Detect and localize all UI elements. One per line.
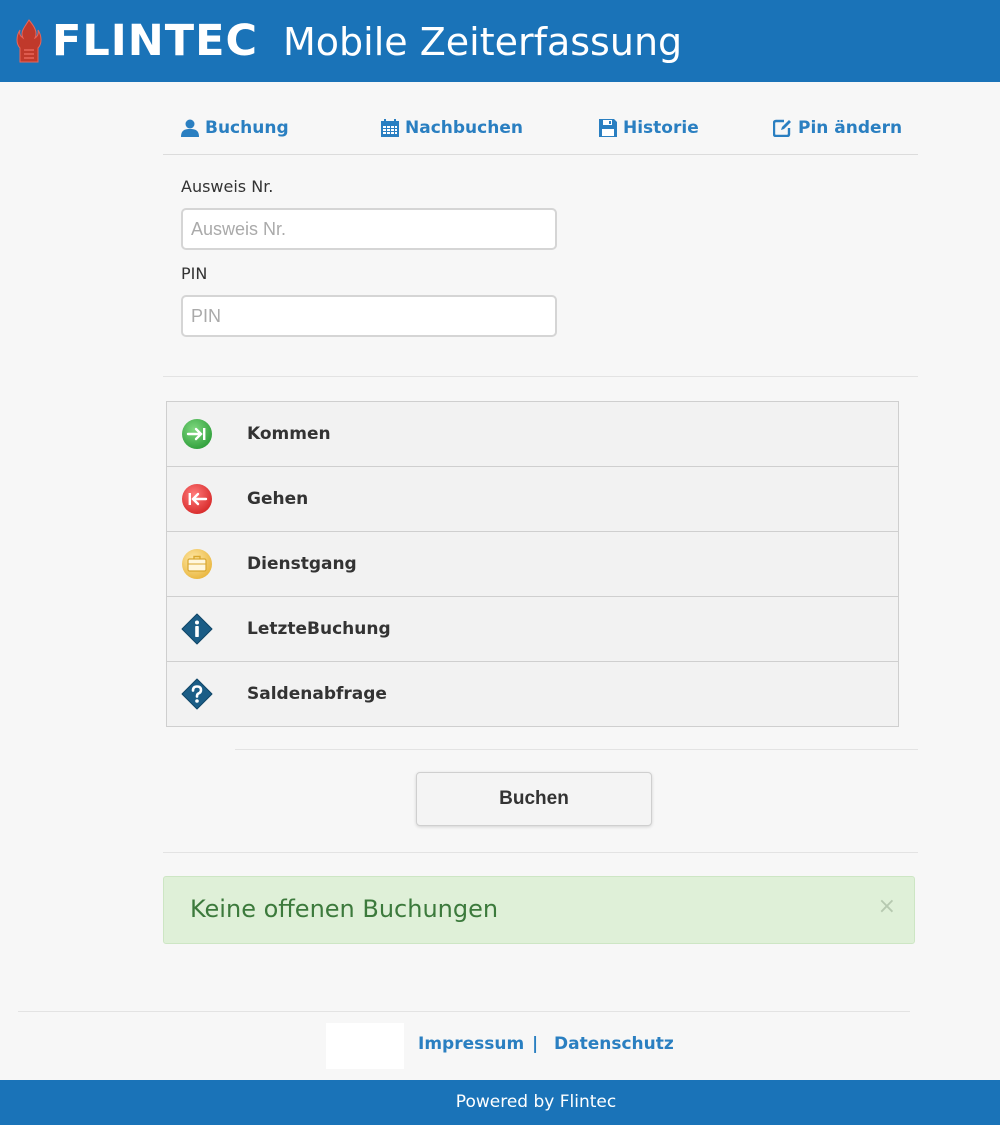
logo-text: FLINTEC [52, 16, 259, 66]
close-icon[interactable]: × [878, 895, 896, 919]
divider [18, 1011, 910, 1012]
arrow-out-icon [182, 484, 212, 514]
option-saldenabfrage[interactable]: Saldenabfrage [167, 661, 898, 726]
footer-links: Impressum | Datenschutz [326, 1023, 682, 1069]
edit-icon [773, 119, 791, 137]
divider [163, 852, 918, 853]
option-label: Dienstgang [247, 554, 357, 574]
datenschutz-link[interactable]: Datenschutz [554, 1034, 674, 1054]
option-label: Saldenabfrage [247, 684, 387, 704]
ausweis-input[interactable] [181, 208, 557, 250]
divider [235, 749, 918, 750]
briefcase-icon [182, 549, 212, 579]
app-title: Mobile Zeiterfassung [283, 20, 683, 64]
calendar-icon [381, 119, 399, 137]
tab-label: Historie [623, 118, 699, 138]
option-label: Gehen [247, 489, 309, 509]
powered-by-text: Powered by Flintec [455, 1092, 617, 1112]
option-kommen[interactable]: Kommen [167, 402, 898, 466]
status-alert: Keine offenen Buchungen × [163, 876, 915, 944]
option-letzte-buchung[interactable]: LetzteBuchung [167, 596, 898, 661]
pin-input[interactable] [181, 295, 557, 337]
question-icon [181, 678, 213, 710]
option-dienstgang[interactable]: Dienstgang [167, 531, 898, 596]
tab-label: Buchung [205, 118, 289, 138]
booking-type-list: Kommen Gehen Dienstgang LetzteBuchung Sa… [166, 401, 899, 727]
buchen-button[interactable]: Buchen [416, 772, 652, 826]
save-icon [599, 119, 617, 137]
nav-tabs: Buchung Nachbuchen Historie Pin ändern [163, 112, 918, 155]
app-header: FLINTEC Mobile Zeiterfassung [0, 0, 1000, 82]
divider [163, 376, 918, 377]
footer-separator: | [532, 1034, 539, 1054]
footer-bar: Powered by Flintec [0, 1080, 1000, 1125]
tab-buchung[interactable]: Buchung [181, 118, 289, 138]
option-label: Kommen [247, 424, 331, 444]
tab-nachbuchen[interactable]: Nachbuchen [381, 118, 523, 138]
impressum-link[interactable]: Impressum [418, 1034, 524, 1054]
alert-message: Keine offenen Buchungen [190, 895, 499, 923]
option-label: LetzteBuchung [247, 619, 391, 639]
flame-logo-icon [16, 19, 42, 63]
tab-label: Pin ändern [798, 118, 903, 138]
footer-blank-area [326, 1023, 404, 1069]
flintec-logo: FLINTEC [14, 16, 258, 66]
arrow-in-icon [182, 419, 212, 449]
user-icon [181, 119, 199, 137]
tab-pin-aendern[interactable]: Pin ändern [773, 118, 902, 138]
option-gehen[interactable]: Gehen [167, 466, 898, 531]
pin-label: PIN [181, 264, 208, 283]
info-icon [181, 613, 213, 645]
tab-historie[interactable]: Historie [599, 118, 699, 138]
tab-label: Nachbuchen [405, 118, 523, 138]
ausweis-label: Ausweis Nr. [181, 177, 274, 196]
